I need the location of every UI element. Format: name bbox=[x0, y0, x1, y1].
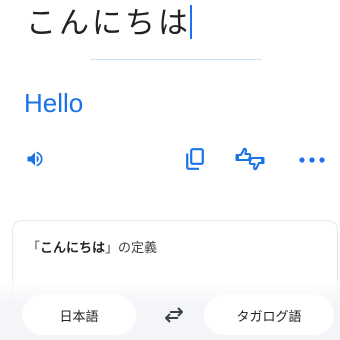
target-language-label: タガログ語 bbox=[236, 309, 302, 325]
translation-output: Hello bbox=[24, 88, 84, 118]
source-language-label: 日本語 bbox=[59, 309, 99, 325]
copy-icon[interactable] bbox=[182, 145, 208, 173]
divider bbox=[90, 59, 262, 60]
text-caret bbox=[190, 5, 192, 39]
definition-heading: 「こんにちは」の定義 bbox=[27, 240, 157, 258]
swap-icon[interactable] bbox=[161, 303, 187, 327]
thumbs-icon[interactable] bbox=[234, 145, 266, 173]
translate-screen: こんにちは Hello 「こんにちは」の定義 日本語 タガログ語 bbox=[0, 0, 340, 340]
speaker-icon[interactable] bbox=[22, 146, 48, 172]
target-language-button[interactable]: タガログ語 bbox=[204, 295, 334, 335]
definition-suffix: の定義 bbox=[118, 241, 158, 256]
more-icon[interactable] bbox=[298, 150, 326, 170]
source-text: こんにちは bbox=[26, 6, 191, 41]
source-language-button[interactable]: 日本語 bbox=[22, 295, 136, 335]
definition-close-bracket: 」 bbox=[105, 241, 119, 256]
definition-open-bracket: 「 bbox=[27, 241, 41, 256]
definition-term: こんにちは bbox=[40, 241, 106, 256]
source-text-input[interactable]: こんにちは bbox=[26, 2, 192, 46]
